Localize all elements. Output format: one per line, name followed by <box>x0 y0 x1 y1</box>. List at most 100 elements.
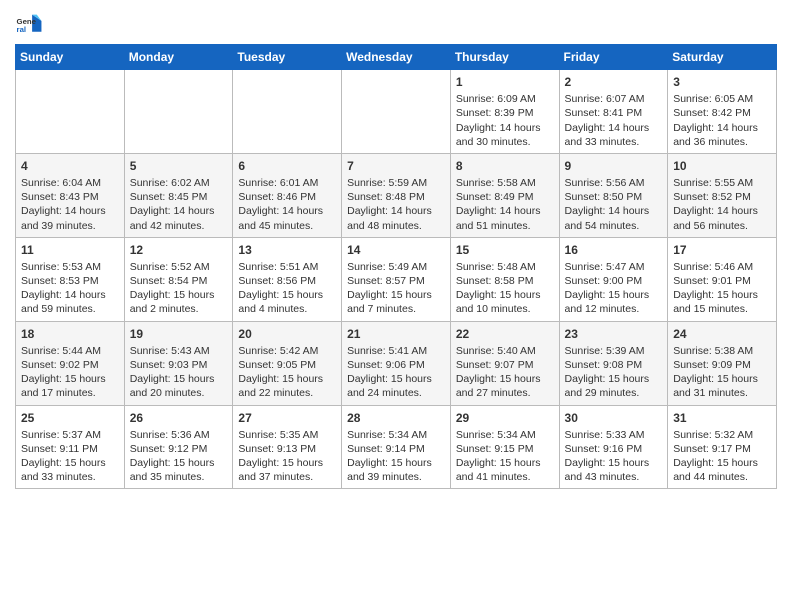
day-info-line: and 44 minutes. <box>673 470 771 484</box>
day-info-line: Sunset: 8:46 PM <box>238 190 336 204</box>
day-info-line: and 33 minutes. <box>21 470 119 484</box>
day-info-line: Sunrise: 5:44 AM <box>21 344 119 358</box>
day-number: 15 <box>456 242 554 258</box>
day-info-line: Daylight: 15 hours <box>130 456 228 470</box>
day-info-line: Sunrise: 5:41 AM <box>347 344 445 358</box>
day-info-line: Sunrise: 6:09 AM <box>456 92 554 106</box>
day-info-line: Daylight: 14 hours <box>565 121 663 135</box>
day-info-line: and 35 minutes. <box>130 470 228 484</box>
day-info-line: Sunset: 8:43 PM <box>21 190 119 204</box>
day-number: 19 <box>130 326 228 342</box>
day-info-line: Sunrise: 5:51 AM <box>238 260 336 274</box>
day-info-line: and 12 minutes. <box>565 302 663 316</box>
day-info-line: Sunset: 9:06 PM <box>347 358 445 372</box>
day-info-line: Sunrise: 5:34 AM <box>456 428 554 442</box>
day-info-line: Daylight: 15 hours <box>347 288 445 302</box>
day-info-line: Sunset: 8:56 PM <box>238 274 336 288</box>
calendar-cell: 23Sunrise: 5:39 AMSunset: 9:08 PMDayligh… <box>559 321 668 405</box>
day-info-line: Daylight: 15 hours <box>456 456 554 470</box>
day-info-line: Daylight: 14 hours <box>673 121 771 135</box>
day-info-line: and 15 minutes. <box>673 302 771 316</box>
day-info-line: Sunrise: 5:32 AM <box>673 428 771 442</box>
day-info-line: and 41 minutes. <box>456 470 554 484</box>
day-info-line: Sunset: 9:17 PM <box>673 442 771 456</box>
day-info-line: Sunrise: 6:05 AM <box>673 92 771 106</box>
day-info-line: and 2 minutes. <box>130 302 228 316</box>
calendar-cell: 26Sunrise: 5:36 AMSunset: 9:12 PMDayligh… <box>124 405 233 489</box>
day-info-line: Daylight: 14 hours <box>238 204 336 218</box>
day-info-line: Daylight: 15 hours <box>565 456 663 470</box>
day-number: 22 <box>456 326 554 342</box>
day-info-line: Sunset: 9:02 PM <box>21 358 119 372</box>
day-info-line: Sunrise: 6:02 AM <box>130 176 228 190</box>
day-info-line: Sunrise: 5:37 AM <box>21 428 119 442</box>
day-info-line: and 24 minutes. <box>347 386 445 400</box>
calendar-cell: 20Sunrise: 5:42 AMSunset: 9:05 PMDayligh… <box>233 321 342 405</box>
day-info-line: Daylight: 15 hours <box>238 456 336 470</box>
calendar-cell: 17Sunrise: 5:46 AMSunset: 9:01 PMDayligh… <box>668 237 777 321</box>
day-info-line: Sunset: 9:05 PM <box>238 358 336 372</box>
column-header-saturday: Saturday <box>668 45 777 70</box>
day-info-line: Sunrise: 5:49 AM <box>347 260 445 274</box>
day-info-line: Sunrise: 5:35 AM <box>238 428 336 442</box>
day-info-line: and 39 minutes. <box>21 219 119 233</box>
day-info-line: and 45 minutes. <box>238 219 336 233</box>
day-number: 10 <box>673 158 771 174</box>
week-row-2: 4Sunrise: 6:04 AMSunset: 8:43 PMDaylight… <box>16 153 777 237</box>
calendar-cell: 15Sunrise: 5:48 AMSunset: 8:58 PMDayligh… <box>450 237 559 321</box>
day-info-line: Sunrise: 6:04 AM <box>21 176 119 190</box>
header: Gene ral <box>15 10 777 38</box>
day-number: 11 <box>21 242 119 258</box>
day-number: 31 <box>673 410 771 426</box>
day-info-line: Sunset: 9:13 PM <box>238 442 336 456</box>
day-info-line: Daylight: 15 hours <box>673 288 771 302</box>
day-info-line: Daylight: 15 hours <box>130 288 228 302</box>
calendar-cell: 2Sunrise: 6:07 AMSunset: 8:41 PMDaylight… <box>559 70 668 154</box>
day-info-line: Daylight: 15 hours <box>130 372 228 386</box>
calendar-cell: 7Sunrise: 5:59 AMSunset: 8:48 PMDaylight… <box>342 153 451 237</box>
day-info-line: Sunrise: 5:48 AM <box>456 260 554 274</box>
day-number: 5 <box>130 158 228 174</box>
calendar-cell: 21Sunrise: 5:41 AMSunset: 9:06 PMDayligh… <box>342 321 451 405</box>
day-info-line: Sunset: 9:07 PM <box>456 358 554 372</box>
day-number: 4 <box>21 158 119 174</box>
day-info-line: Sunset: 9:12 PM <box>130 442 228 456</box>
day-info-line: Sunset: 8:52 PM <box>673 190 771 204</box>
day-number: 12 <box>130 242 228 258</box>
day-info-line: and 30 minutes. <box>456 135 554 149</box>
day-info-line: Sunset: 8:57 PM <box>347 274 445 288</box>
day-info-line: Daylight: 15 hours <box>456 372 554 386</box>
day-info-line: Daylight: 14 hours <box>21 204 119 218</box>
day-info-line: Sunrise: 5:38 AM <box>673 344 771 358</box>
day-number: 6 <box>238 158 336 174</box>
day-info-line: Sunrise: 5:47 AM <box>565 260 663 274</box>
column-header-sunday: Sunday <box>16 45 125 70</box>
calendar-cell: 27Sunrise: 5:35 AMSunset: 9:13 PMDayligh… <box>233 405 342 489</box>
day-info-line: Sunset: 8:41 PM <box>565 106 663 120</box>
day-number: 7 <box>347 158 445 174</box>
day-number: 20 <box>238 326 336 342</box>
week-row-3: 11Sunrise: 5:53 AMSunset: 8:53 PMDayligh… <box>16 237 777 321</box>
day-info-line: and 37 minutes. <box>238 470 336 484</box>
page: Gene ral SundayMondayTuesdayWednesdayThu… <box>0 0 792 504</box>
calendar-cell: 13Sunrise: 5:51 AMSunset: 8:56 PMDayligh… <box>233 237 342 321</box>
day-info-line: Sunset: 8:48 PM <box>347 190 445 204</box>
day-number: 2 <box>565 74 663 90</box>
calendar-cell: 12Sunrise: 5:52 AMSunset: 8:54 PMDayligh… <box>124 237 233 321</box>
day-info-line: Sunrise: 5:40 AM <box>456 344 554 358</box>
day-number: 24 <box>673 326 771 342</box>
day-info-line: Daylight: 15 hours <box>238 372 336 386</box>
week-row-5: 25Sunrise: 5:37 AMSunset: 9:11 PMDayligh… <box>16 405 777 489</box>
day-info-line: Sunset: 8:45 PM <box>130 190 228 204</box>
day-info-line: Daylight: 15 hours <box>673 372 771 386</box>
day-number: 1 <box>456 74 554 90</box>
day-info-line: Sunset: 9:00 PM <box>565 274 663 288</box>
day-info-line: Daylight: 15 hours <box>347 372 445 386</box>
calendar-cell: 14Sunrise: 5:49 AMSunset: 8:57 PMDayligh… <box>342 237 451 321</box>
day-info-line: Daylight: 15 hours <box>673 456 771 470</box>
day-info-line: Sunset: 9:15 PM <box>456 442 554 456</box>
calendar-cell: 25Sunrise: 5:37 AMSunset: 9:11 PMDayligh… <box>16 405 125 489</box>
day-info-line: Sunset: 9:09 PM <box>673 358 771 372</box>
calendar-cell: 16Sunrise: 5:47 AMSunset: 9:00 PMDayligh… <box>559 237 668 321</box>
day-info-line: and 43 minutes. <box>565 470 663 484</box>
